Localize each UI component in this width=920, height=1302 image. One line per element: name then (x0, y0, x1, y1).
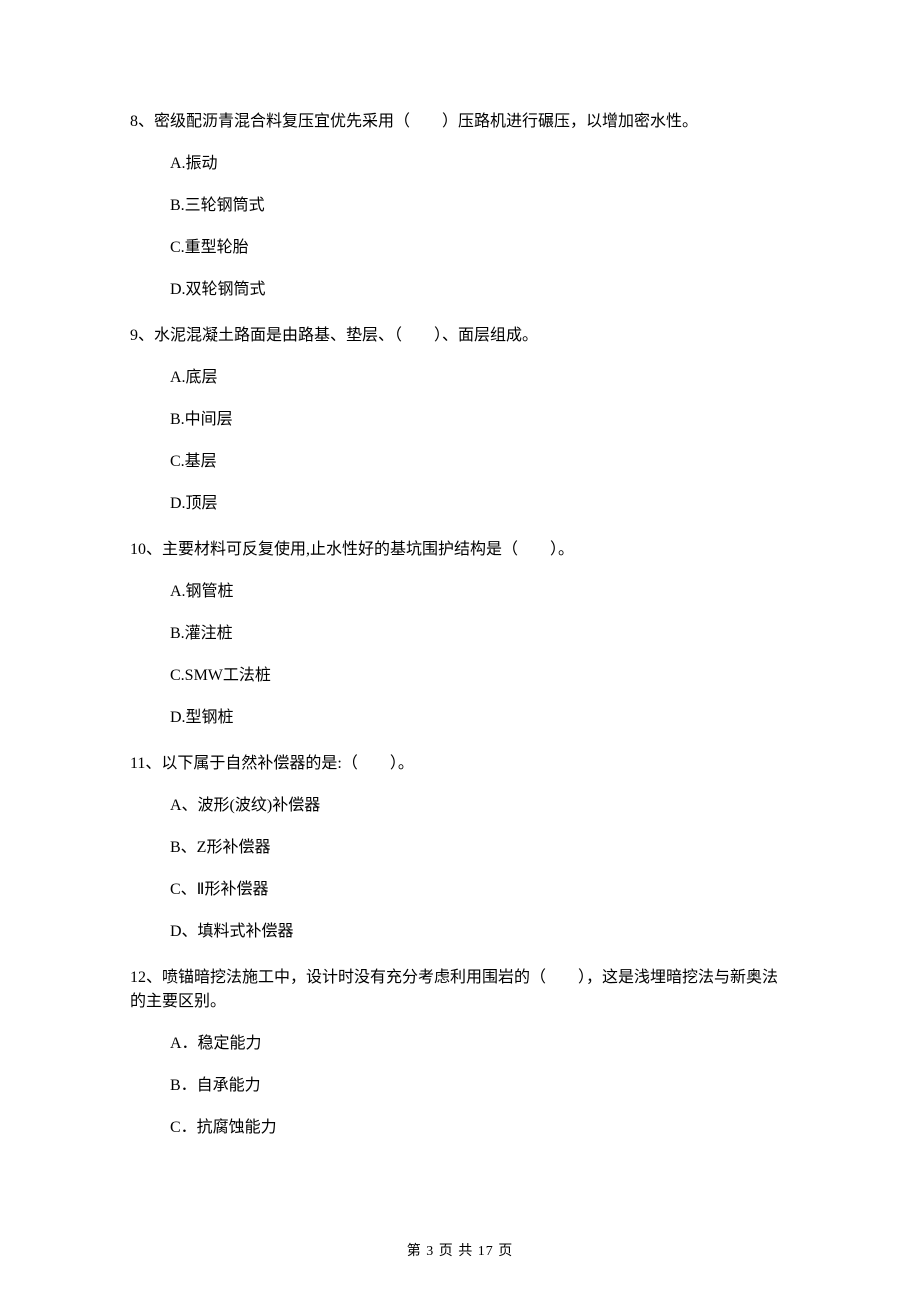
options-list: A.钢管桩 B.灌注桩 C.SMW工法桩 D.型钢桩 (130, 580, 790, 730)
option-d: D、填料式补偿器 (170, 920, 790, 944)
question-9: 9、水泥混凝土路面是由路基、垫层、（ ）、面层组成。 A.底层 B.中间层 C.… (130, 324, 790, 516)
option-d: D.双轮钢筒式 (170, 278, 790, 302)
option-b: B.中间层 (170, 408, 790, 432)
option-c: C．抗腐蚀能力 (170, 1116, 790, 1140)
question-number: 10、 (130, 541, 162, 558)
question-body: 主要材料可反复使用,止水性好的基坑围护结构是（ ）。 (162, 541, 574, 558)
options-list: A．稳定能力 B．自承能力 C．抗腐蚀能力 (130, 1032, 790, 1140)
page-footer: 第 3 页 共 17 页 (0, 1241, 920, 1262)
question-11: 11、以下属于自然补偿器的是:（ ）。 A、波形(波纹)补偿器 B、Z形补偿器 … (130, 752, 790, 944)
question-number: 12、 (130, 969, 162, 986)
options-list: A.振动 B.三轮钢筒式 C.重型轮胎 D.双轮钢筒式 (130, 152, 790, 302)
option-b: B.三轮钢筒式 (170, 194, 790, 218)
option-c: C.SMW工法桩 (170, 664, 790, 688)
option-a: A、波形(波纹)补偿器 (170, 794, 790, 818)
question-text: 9、水泥混凝土路面是由路基、垫层、（ ）、面层组成。 (130, 324, 790, 348)
question-12: 12、喷锚暗挖法施工中，设计时没有充分考虑利用围岩的（ ），这是浅埋暗挖法与新奥… (130, 966, 790, 1140)
question-body: 密级配沥青混合料复压宜优先采用（ ）压路机进行碾压，以增加密水性。 (154, 113, 698, 130)
option-c: C.基层 (170, 450, 790, 474)
option-a: A.底层 (170, 366, 790, 390)
options-list: A.底层 B.中间层 C.基层 D.顶层 (130, 366, 790, 516)
option-a: A.振动 (170, 152, 790, 176)
question-10: 10、主要材料可反复使用,止水性好的基坑围护结构是（ ）。 A.钢管桩 B.灌注… (130, 538, 790, 730)
option-d: D.顶层 (170, 492, 790, 516)
question-text: 12、喷锚暗挖法施工中，设计时没有充分考虑利用围岩的（ ），这是浅埋暗挖法与新奥… (130, 966, 790, 1014)
option-a: A．稳定能力 (170, 1032, 790, 1056)
question-body: 喷锚暗挖法施工中，设计时没有充分考虑利用围岩的（ ），这是浅埋暗挖法与新奥法的主… (130, 969, 778, 1010)
question-number: 8、 (130, 113, 154, 130)
question-8: 8、密级配沥青混合料复压宜优先采用（ ）压路机进行碾压，以增加密水性。 A.振动… (130, 110, 790, 302)
question-body: 水泥混凝土路面是由路基、垫层、（ ）、面层组成。 (154, 327, 538, 344)
options-list: A、波形(波纹)补偿器 B、Z形补偿器 C、Ⅱ形补偿器 D、填料式补偿器 (130, 794, 790, 944)
question-body: 以下属于自然补偿器的是:（ ）。 (161, 755, 413, 772)
option-b: B.灌注桩 (170, 622, 790, 646)
option-b: B．自承能力 (170, 1074, 790, 1098)
option-c: C.重型轮胎 (170, 236, 790, 260)
option-b: B、Z形补偿器 (170, 836, 790, 860)
question-number: 11、 (130, 755, 161, 772)
option-c: C、Ⅱ形补偿器 (170, 878, 790, 902)
question-text: 8、密级配沥青混合料复压宜优先采用（ ）压路机进行碾压，以增加密水性。 (130, 110, 790, 134)
question-text: 10、主要材料可反复使用,止水性好的基坑围护结构是（ ）。 (130, 538, 790, 562)
option-d: D.型钢桩 (170, 706, 790, 730)
question-text: 11、以下属于自然补偿器的是:（ ）。 (130, 752, 790, 776)
option-a: A.钢管桩 (170, 580, 790, 604)
question-number: 9、 (130, 327, 154, 344)
